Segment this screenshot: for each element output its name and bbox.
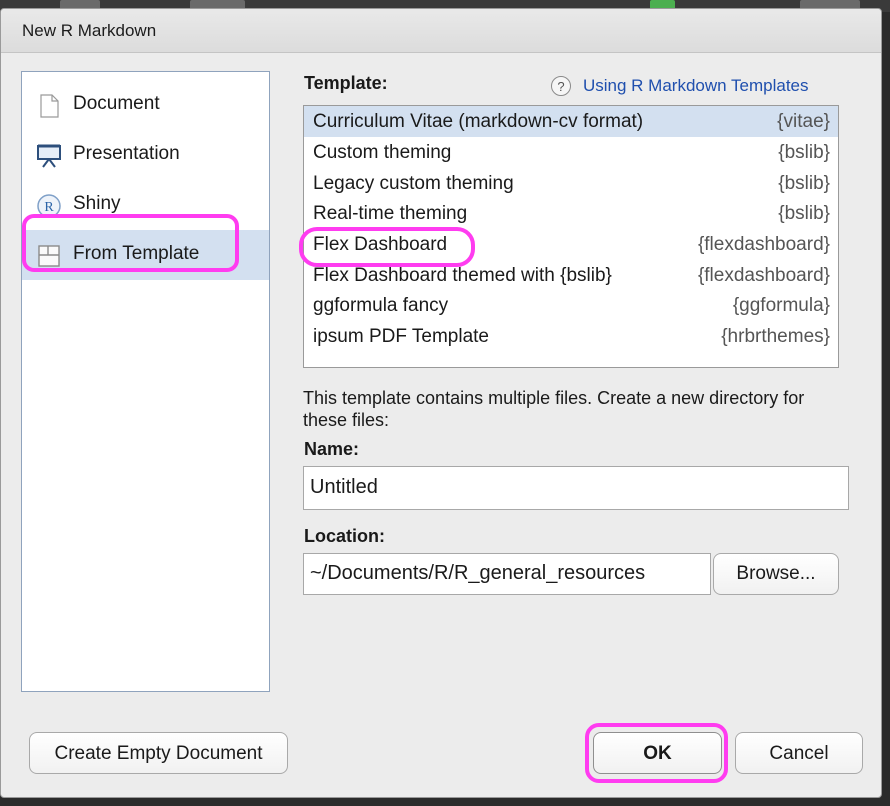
dialog-title: New R Markdown [22,21,157,40]
name-label: Name: [304,439,360,459]
template-row[interactable]: Curriculum Vitae (markdown-cv format) {v… [304,106,838,137]
name-input[interactable]: Untitled [303,466,849,510]
type-item-label: Shiny [73,193,121,214]
type-item-document[interactable]: Document [22,80,269,130]
template-name: Real-time theming [313,203,468,224]
question-icon: ? [551,76,571,96]
template-row[interactable]: Real-time theming {bslib} [304,198,838,229]
template-package: {bslib} [778,203,830,224]
template-package: {bslib} [778,173,830,194]
template-icon [38,245,60,267]
template-name: ipsum PDF Template [313,326,489,347]
document-type-list: Document Presentation R Shiny From Templ… [21,71,270,692]
type-item-shiny[interactable]: R Shiny [22,180,269,230]
template-package: {bslib} [778,142,830,163]
cancel-button[interactable]: Cancel [735,732,863,774]
template-row[interactable]: Legacy custom theming {bslib} [304,168,838,199]
template-list[interactable]: Curriculum Vitae (markdown-cv format) {v… [303,105,839,368]
template-row[interactable]: Custom theming {bslib} [304,137,838,168]
template-package: {flexdashboard} [697,265,830,286]
ok-button[interactable]: OK [593,732,722,774]
shiny-icon: R [37,194,61,218]
template-name: ggformula fancy [313,295,449,316]
template-package: {vitae} [777,111,830,132]
template-package: {hrbrthemes} [721,326,830,347]
create-empty-label: Create Empty Document [54,743,263,764]
svg-text:R: R [44,200,54,215]
location-input[interactable]: ~/Documents/R/R_general_resources [303,553,711,595]
template-row[interactable]: ipsum PDF Template {hrbrthemes} [304,321,838,352]
type-item-label: Document [73,93,160,114]
template-label: Template: [304,73,388,93]
create-empty-document-button[interactable]: Create Empty Document [29,732,288,774]
template-row[interactable]: Flex Dashboard {flexdashboard} [304,229,838,260]
title-bar: New R Markdown [1,9,881,53]
type-item-presentation[interactable]: Presentation [22,130,269,180]
template-name: Curriculum Vitae (markdown-cv format) [313,111,644,132]
template-name: Flex Dashboard themed with {bslib} [313,265,612,286]
type-item-label: From Template [73,243,200,264]
browse-button[interactable]: Browse... [713,553,839,595]
new-r-markdown-dialog: New R Markdown Document Presentation R S… [0,8,882,798]
document-icon [40,94,59,118]
presentation-icon [37,144,61,168]
ok-label: OK [643,743,672,764]
type-item-from-template[interactable]: From Template [22,230,269,280]
location-label: Location: [304,526,385,546]
browse-button-label: Browse... [736,563,816,584]
help-link-text[interactable]: Using R Markdown Templates [583,76,809,96]
template-package: {flexdashboard} [697,234,830,255]
template-row[interactable]: Flex Dashboard themed with {bslib} {flex… [304,260,838,291]
template-row[interactable]: ggformula fancy {ggformula} [304,290,838,321]
template-name: Legacy custom theming [313,173,514,194]
template-description: This template contains multiple files. C… [303,388,805,430]
template-package: {ggformula} [732,295,830,316]
type-item-label: Presentation [73,143,180,164]
template-name: Flex Dashboard [313,234,448,255]
cancel-label: Cancel [769,743,829,764]
template-name: Custom theming [313,142,452,163]
